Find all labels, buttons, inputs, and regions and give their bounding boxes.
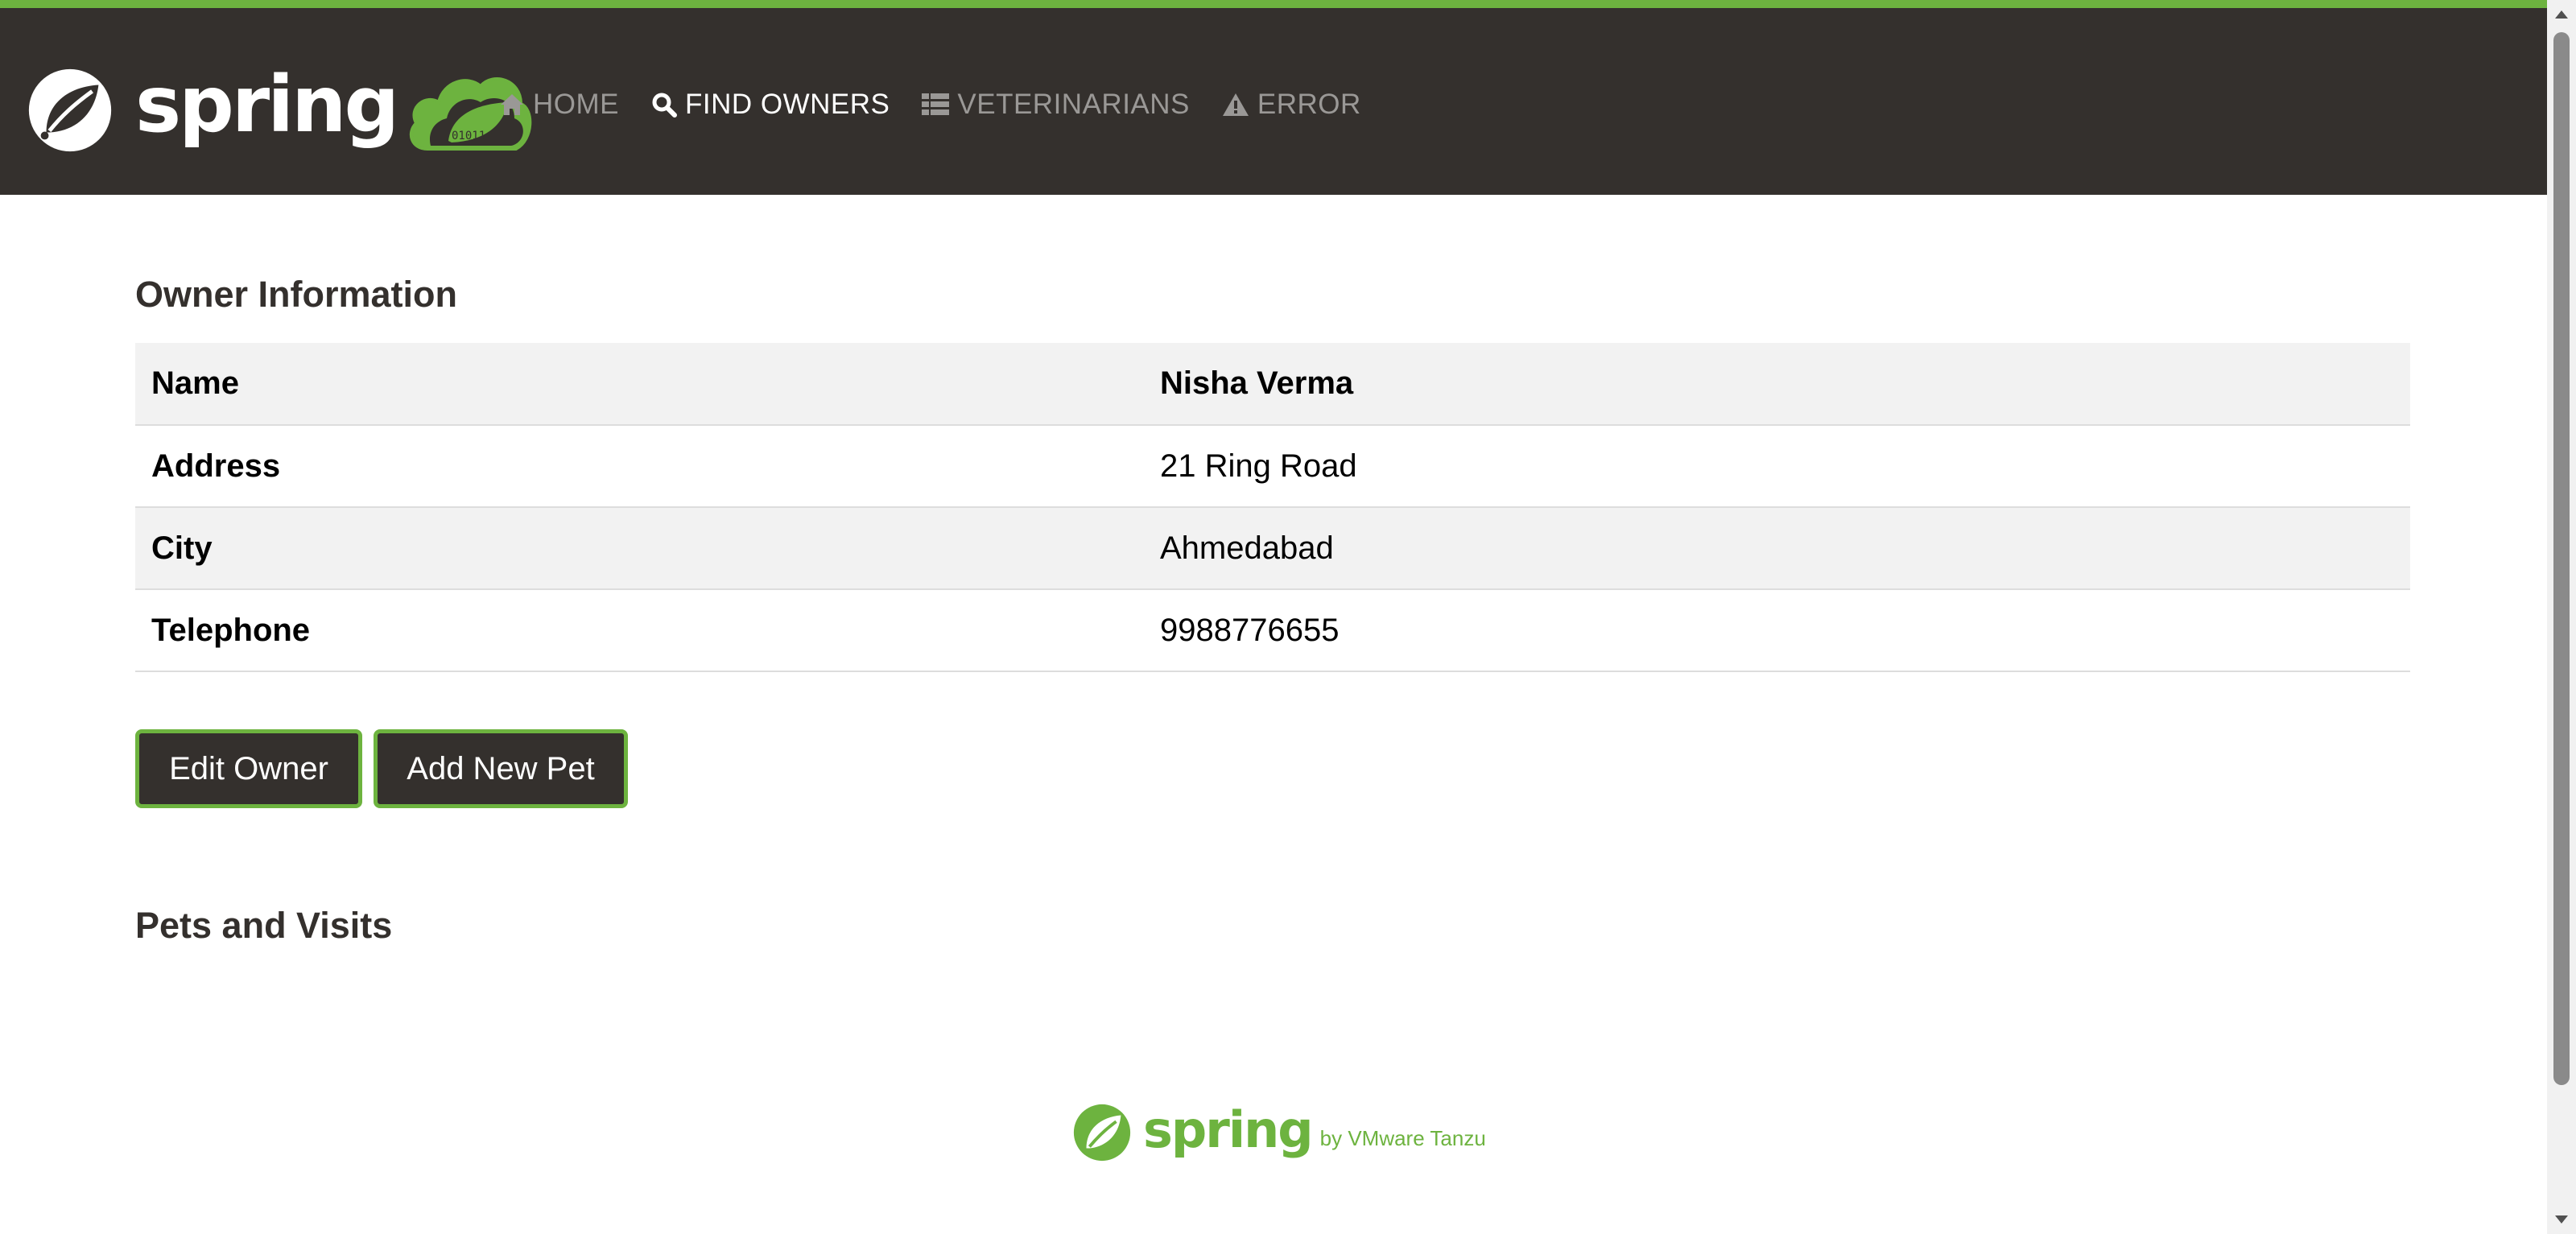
city-value: Ahmedabad bbox=[1160, 530, 1334, 566]
table-row: Telephone 9988776655 bbox=[135, 589, 2410, 671]
nav-error[interactable]: ERROR bbox=[1222, 89, 1361, 121]
spring-leaf-icon bbox=[28, 68, 112, 152]
home-icon bbox=[501, 94, 523, 115]
brand-wordmark: spring bbox=[135, 60, 399, 150]
nav-home[interactable]: HOME bbox=[499, 89, 619, 121]
list-icon bbox=[922, 93, 950, 115]
owner-info-table: Name Nisha Verma Address 21 Ring Road Ci… bbox=[135, 343, 2410, 672]
telephone-value: 9988776655 bbox=[1160, 612, 1340, 648]
vertical-scrollbar[interactable] bbox=[2547, 0, 2576, 1234]
search-icon bbox=[652, 93, 677, 118]
name-label: Name bbox=[151, 365, 239, 401]
nav-error-label: ERROR bbox=[1257, 89, 1361, 120]
footer-brand: spring bbox=[1143, 1100, 1314, 1159]
owner-actions: Edit Owner Add New Pet bbox=[135, 729, 639, 808]
warning-icon bbox=[1222, 93, 1249, 116]
address-value: 21 Ring Road bbox=[1160, 448, 1357, 484]
arrow-up-icon bbox=[2555, 10, 2568, 19]
page: spring 01011 HOME FIND OWNERS VETERINARI… bbox=[0, 0, 2547, 1234]
edit-owner-button[interactable]: Edit Owner bbox=[135, 729, 362, 808]
name-value: Nisha Verma bbox=[1160, 365, 1354, 401]
nav-veterinarians[interactable]: VETERINARIANS bbox=[922, 89, 1190, 121]
table-row: Name Nisha Verma bbox=[135, 343, 2410, 425]
address-label: Address bbox=[151, 448, 281, 484]
owner-info-heading: Owner Information bbox=[135, 274, 458, 315]
svg-text:01011: 01011 bbox=[452, 130, 485, 142]
main-nav: HOME FIND OWNERS VETERINARIANS ERROR bbox=[499, 89, 1393, 121]
table-row: Address 21 Ring Road bbox=[135, 425, 2410, 507]
table-row: City Ahmedabad bbox=[135, 507, 2410, 589]
nav-find-owners[interactable]: FIND OWNERS bbox=[651, 89, 890, 121]
pets-visits-heading: Pets and Visits bbox=[135, 905, 393, 946]
scroll-thumb[interactable] bbox=[2553, 32, 2570, 1085]
spring-leaf-icon bbox=[1073, 1104, 1131, 1162]
nav-home-label: HOME bbox=[533, 89, 619, 120]
add-new-pet-button[interactable]: Add New Pet bbox=[374, 729, 628, 808]
nav-veterinarians-label: VETERINARIANS bbox=[957, 89, 1190, 120]
telephone-label: Telephone bbox=[151, 612, 311, 648]
footer-tagline: by VMware Tanzu bbox=[1319, 1125, 1486, 1150]
scroll-up-button[interactable] bbox=[2547, 0, 2576, 29]
city-label: City bbox=[151, 530, 213, 566]
arrow-down-icon bbox=[2555, 1215, 2568, 1224]
spring-logo[interactable]: spring 01011 bbox=[23, 58, 535, 163]
nav-find-owners-label: FIND OWNERS bbox=[685, 89, 890, 120]
navbar: spring 01011 HOME FIND OWNERS VETERINARI… bbox=[0, 0, 2547, 195]
footer-logo: spring by VMware Tanzu bbox=[1071, 1100, 1486, 1164]
scroll-down-button[interactable] bbox=[2547, 1205, 2576, 1234]
